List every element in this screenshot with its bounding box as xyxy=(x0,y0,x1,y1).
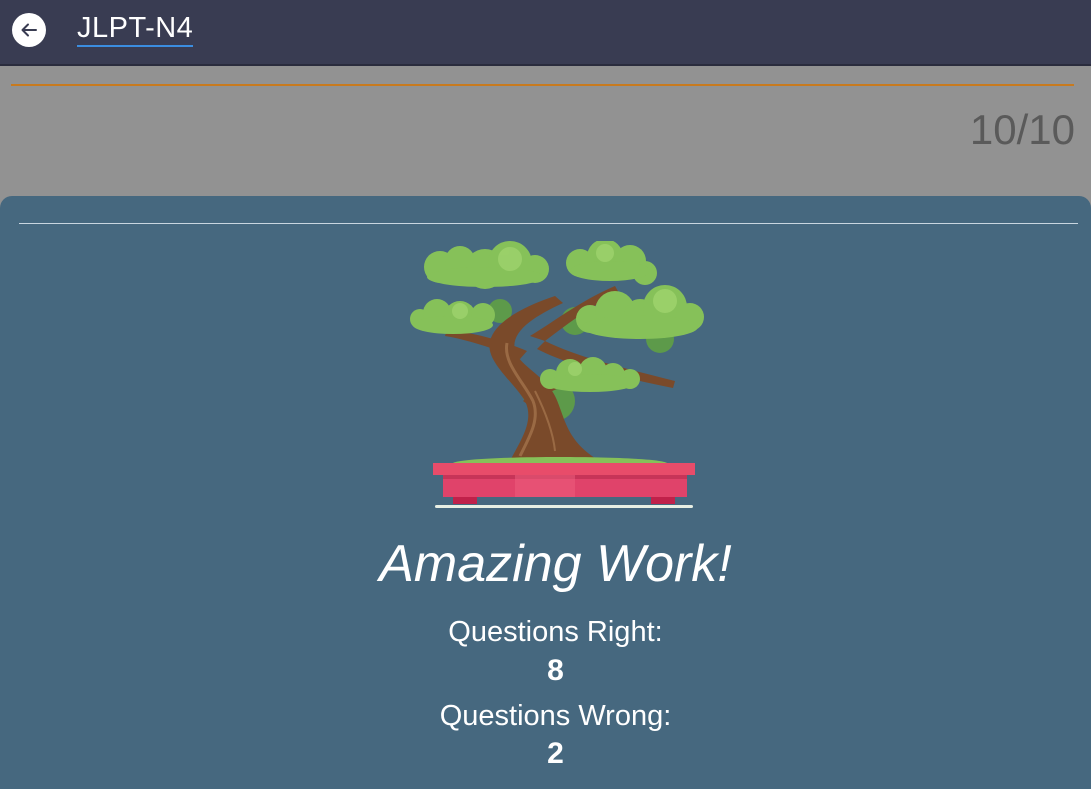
questions-wrong-value: 2 xyxy=(547,737,564,770)
progress-counter: 10/10 xyxy=(969,106,1075,153)
results-panel: Amazing Work! Questions Right: 8 Questio… xyxy=(0,196,1091,789)
page-title-link[interactable]: JLPT-N4 xyxy=(77,12,194,47)
questions-wrong-label: Questions Wrong: xyxy=(439,700,672,732)
quiz-area: 10/10 xyxy=(0,66,1091,206)
result-headline: Amazing Work! xyxy=(379,535,732,593)
arrow-left-icon xyxy=(21,23,37,37)
questions-right-value: 8 xyxy=(547,654,564,687)
app-header: JLPT-N4 xyxy=(0,0,1091,66)
progress-bar xyxy=(11,84,1074,86)
back-button[interactable] xyxy=(12,13,46,47)
panel-divider xyxy=(19,223,1078,224)
questions-right-label: Questions Right: xyxy=(448,616,663,648)
bonsai-tree-illustration xyxy=(410,241,704,508)
